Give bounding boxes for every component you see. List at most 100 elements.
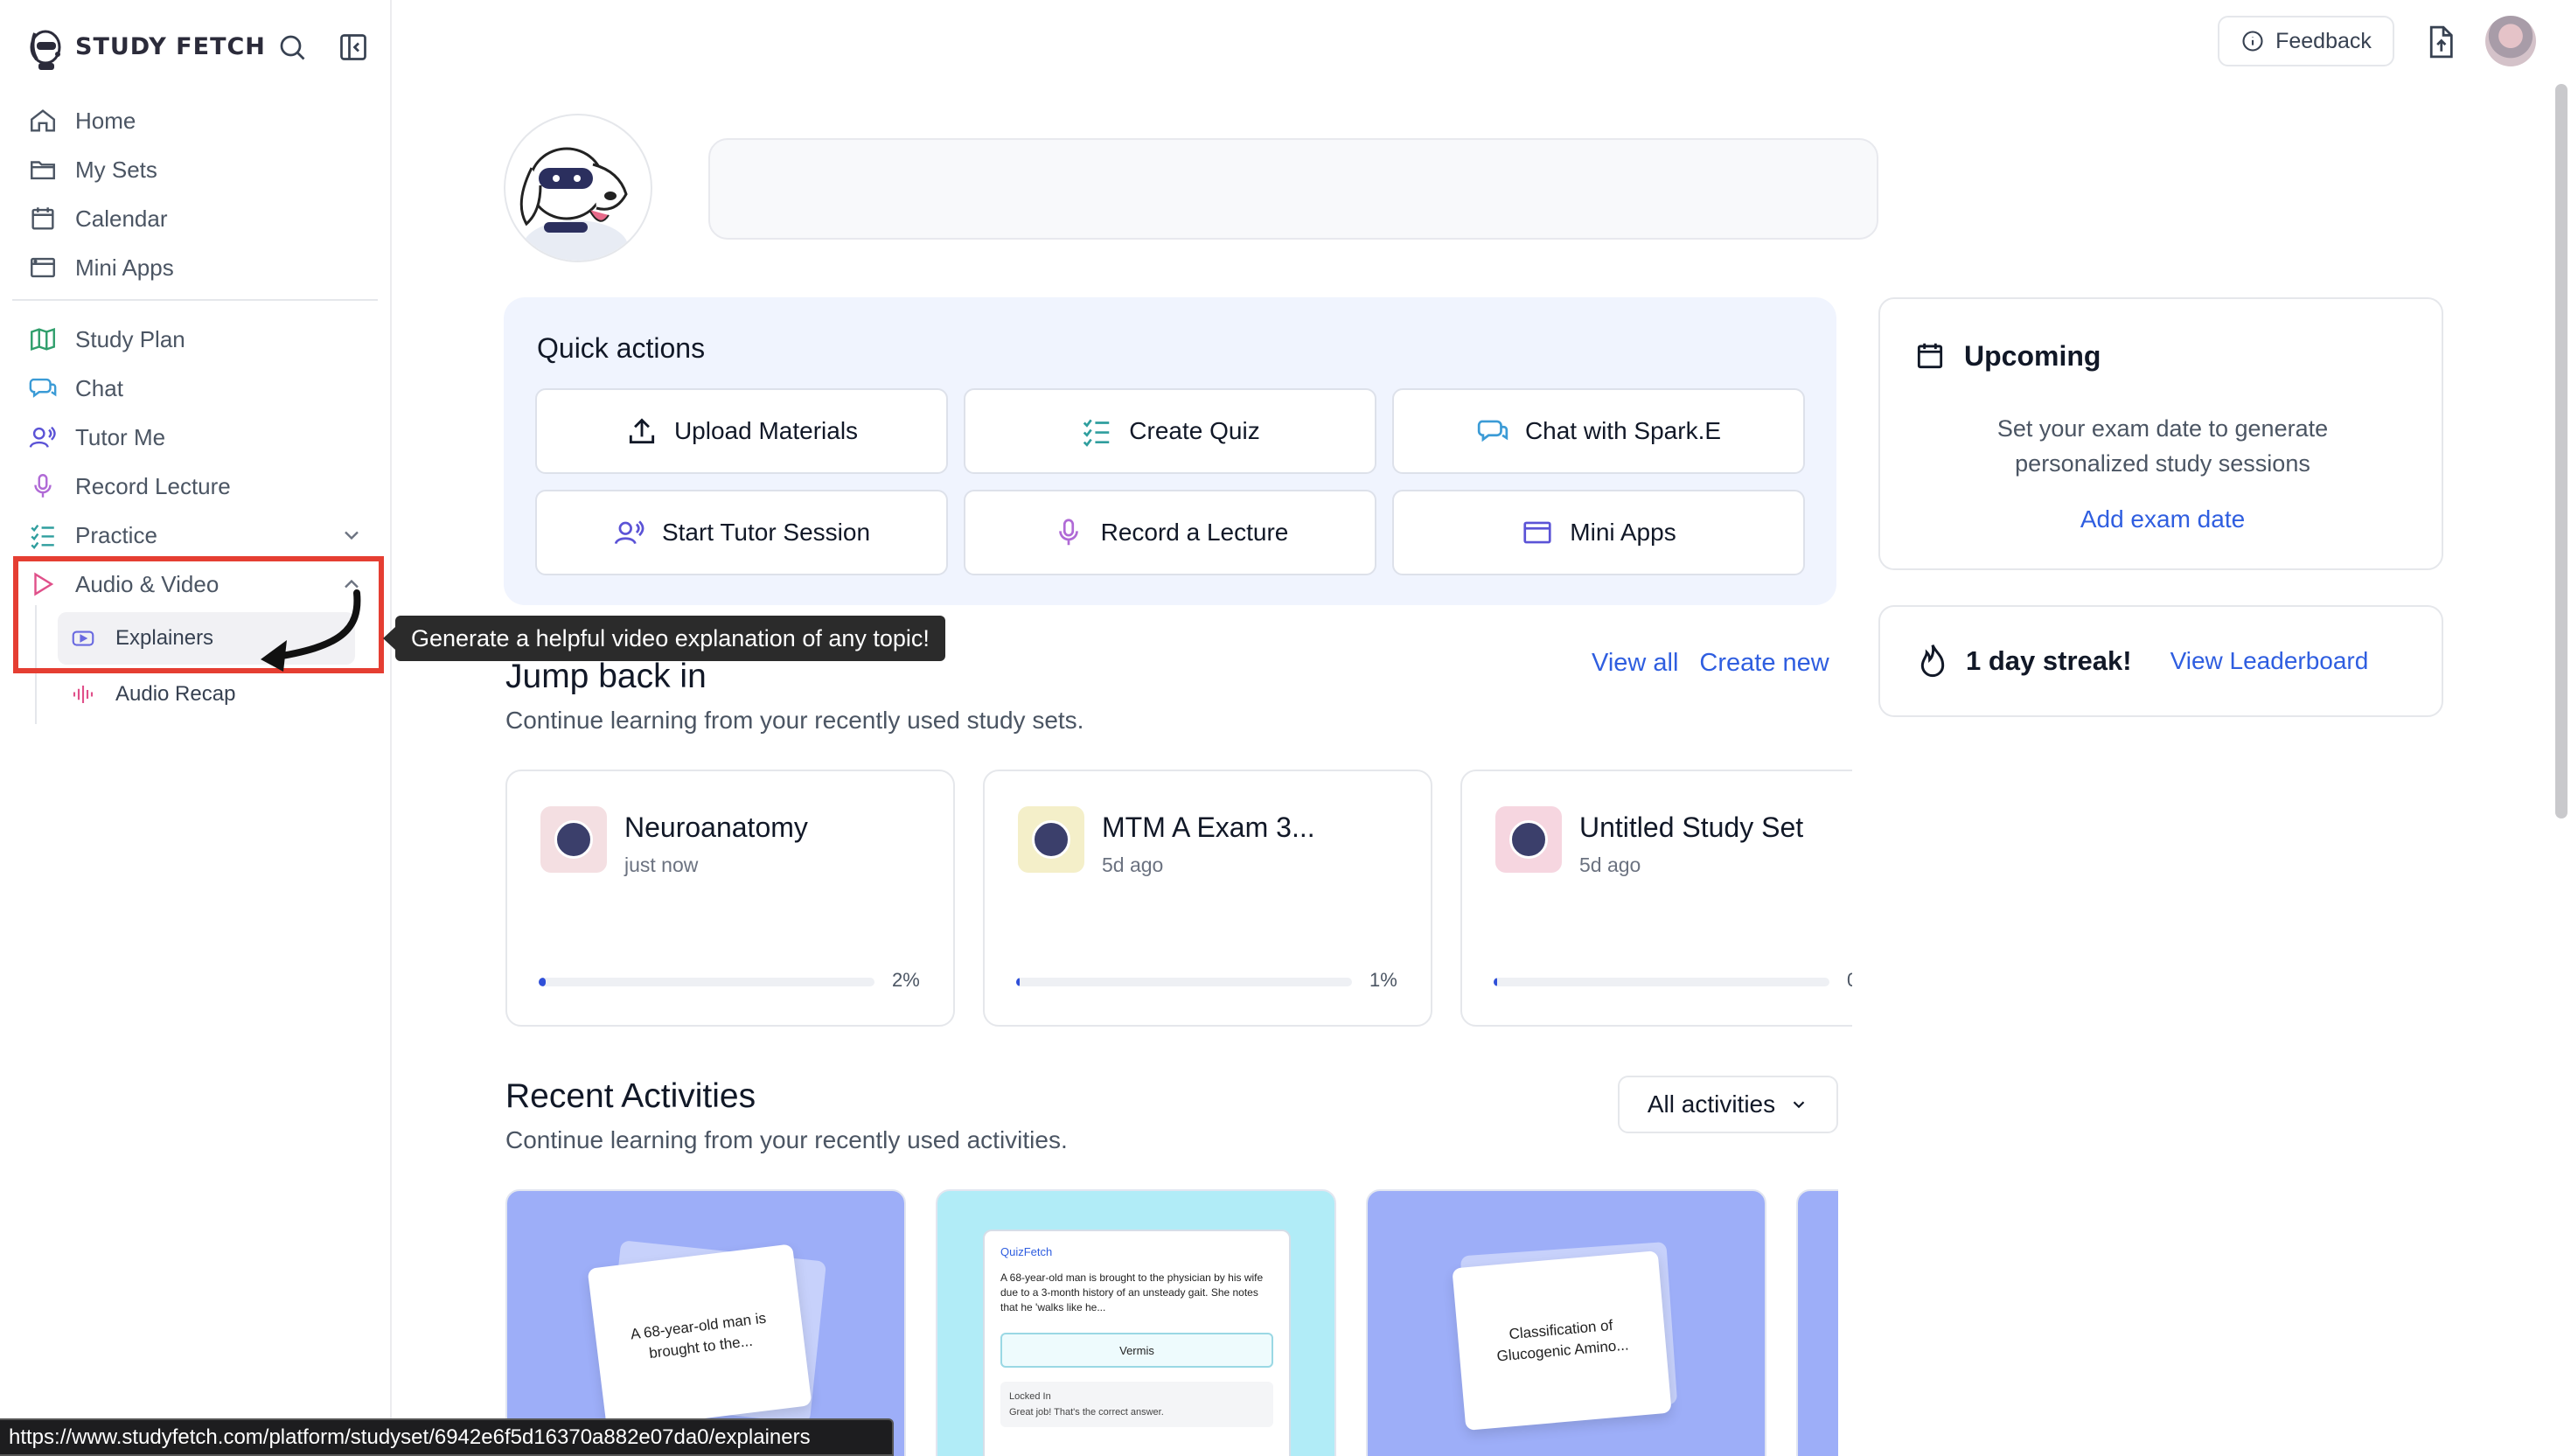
button-label: Start Tutor Session xyxy=(661,519,871,546)
activity-card-partial[interactable] xyxy=(1796,1189,1838,1456)
sidebar-item-label: Study Plan xyxy=(75,325,185,352)
sidebar-item-record-lecture[interactable]: Record Lecture xyxy=(12,462,380,511)
info-icon xyxy=(2242,31,2263,52)
upcoming-description: Set your exam date to generate personali… xyxy=(1996,415,2329,477)
map-icon xyxy=(31,327,55,352)
upload-icon xyxy=(629,418,655,444)
sidebar-item-practice[interactable]: Practice xyxy=(12,511,380,560)
record-lecture-button[interactable]: Record a Lecture xyxy=(964,490,1376,575)
sidebar: STUDY FETCH Home My Sets Calendar Mini A… xyxy=(0,0,392,1456)
sidebar-divider xyxy=(12,299,378,301)
calendar-icon xyxy=(31,207,54,230)
create-quiz-button[interactable]: Create Quiz xyxy=(964,388,1376,474)
logo[interactable]: STUDY FETCH xyxy=(26,21,266,73)
streak-text: 1 day streak! xyxy=(1966,645,2132,676)
button-label: Chat with Spark.E xyxy=(1524,417,1722,444)
tooltip: Generate a helpful video explanation of … xyxy=(383,616,945,661)
file-upload-icon[interactable] xyxy=(2424,24,2457,59)
window-icon xyxy=(1523,521,1551,544)
progress-fill xyxy=(1494,978,1497,986)
logo-text: STUDY FETCH xyxy=(75,33,266,60)
sidebar-item-my-sets[interactable]: My Sets xyxy=(12,145,380,194)
flame-icon xyxy=(1920,644,1945,678)
progress-percent: 2% xyxy=(892,969,920,991)
main-nav: Home My Sets Calendar Mini Apps xyxy=(12,96,380,292)
sidebar-subitem-label: Audio Recap xyxy=(115,682,236,706)
sidebar-item-home[interactable]: Home xyxy=(12,96,380,145)
sidebar-item-label: My Sets xyxy=(75,156,157,183)
calendar-icon xyxy=(1917,343,1943,369)
activity-card-flashcard[interactable]: Classification of Glucogenic Amino... xyxy=(1366,1189,1766,1456)
quiz-feedback-text: Great job! That's the correct answer. xyxy=(1009,1407,1164,1418)
microphone-icon xyxy=(34,474,52,498)
progress-bar xyxy=(539,978,874,986)
set-time: just now xyxy=(624,853,699,876)
quick-actions-title: Quick actions xyxy=(537,332,706,364)
quiz-feedback: Locked In Great job! That's the correct … xyxy=(1000,1382,1273,1427)
avatar[interactable] xyxy=(2485,16,2536,66)
tutor-icon xyxy=(29,426,56,448)
scrollbar[interactable] xyxy=(2555,84,2568,819)
progress-fill xyxy=(539,978,546,986)
quiz-brand: QuizFetch xyxy=(1000,1245,1053,1258)
quick-actions-panel: Quick actions Upload Materials Create Qu… xyxy=(504,297,1836,605)
sidebar-item-tutor-me[interactable]: Tutor Me xyxy=(12,413,380,462)
dog-mascot-icon xyxy=(519,147,628,261)
set-time: 5d ago xyxy=(1102,853,1164,876)
streak-card: 1 day streak! View Leaderboard xyxy=(1878,605,2443,717)
activities-carousel: A 68-year-old man is brought to the... Q… xyxy=(504,1189,1838,1456)
upcoming-card: Upcoming Set your exam date to generate … xyxy=(1878,297,2443,570)
filter-label: All activities xyxy=(1647,1090,1776,1118)
activity-card-flashcard[interactable]: A 68-year-old man is brought to the... xyxy=(505,1189,906,1456)
create-new-link[interactable]: Create new xyxy=(1699,649,1829,678)
set-thumbnail xyxy=(540,806,607,873)
set-title: MTM A Exam 3... xyxy=(1102,812,1315,843)
chat-icon xyxy=(29,378,57,398)
flashcard: A 68-year-old man is brought to the... xyxy=(587,1244,812,1431)
add-exam-date-link[interactable]: Add exam date xyxy=(1880,505,2445,533)
upload-materials-button[interactable]: Upload Materials xyxy=(535,388,948,474)
set-title: Untitled Study Set xyxy=(1579,812,1804,843)
feedback-label: Feedback xyxy=(2275,28,2372,53)
waveform-icon xyxy=(73,686,94,703)
sidebar-item-mini-apps[interactable]: Mini Apps xyxy=(12,243,380,292)
set-thumbnail xyxy=(1018,806,1084,873)
progress-fill xyxy=(1016,978,1020,986)
feedback-button[interactable]: Feedback xyxy=(2218,16,2394,66)
set-title: Neuroanatomy xyxy=(624,812,808,843)
microphone-icon xyxy=(1058,519,1078,546)
mini-apps-button[interactable]: Mini Apps xyxy=(1392,490,1805,575)
collapse-sidebar-icon[interactable] xyxy=(338,31,369,63)
activity-card-quiz[interactable]: QuizFetch A 68-year-old man is brought t… xyxy=(936,1189,1336,1456)
study-set-card[interactable]: MTM A Exam 3... 5d ago 1% xyxy=(983,770,1432,1027)
view-leaderboard-link[interactable]: View Leaderboard xyxy=(2170,647,2369,675)
study-set-card[interactable]: Untitled Study Set 5d ago 0% xyxy=(1460,770,1852,1027)
sidebar-item-label: Calendar xyxy=(75,205,168,232)
search-icon[interactable] xyxy=(276,31,308,63)
button-label: Mini Apps xyxy=(1570,519,1676,546)
sidebar-item-study-plan[interactable]: Study Plan xyxy=(12,315,380,364)
sidebar-item-label: Mini Apps xyxy=(75,254,174,281)
chevron-down-icon[interactable] xyxy=(339,523,364,547)
hero-prompt-input[interactable] xyxy=(708,138,1878,240)
chat-icon xyxy=(1477,420,1508,442)
start-tutor-session-button[interactable]: Start Tutor Session xyxy=(535,490,948,575)
sidebar-item-chat[interactable]: Chat xyxy=(12,364,380,413)
home-icon xyxy=(31,109,55,132)
sidebar-item-label: Chat xyxy=(75,374,123,401)
view-all-link[interactable]: View all xyxy=(1592,649,1678,678)
list-check-icon xyxy=(1083,419,1110,447)
activities-filter-dropdown[interactable]: All activities xyxy=(1618,1076,1838,1133)
sidebar-item-calendar[interactable]: Calendar xyxy=(12,194,380,243)
tutor-icon xyxy=(614,520,644,545)
upcoming-title: Upcoming xyxy=(1964,339,2101,372)
mascot-image xyxy=(504,114,652,262)
sidebar-subitem-audio-recap[interactable]: Audio Recap xyxy=(58,668,355,721)
window-icon xyxy=(31,257,55,278)
study-set-card[interactable]: Neuroanatomy just now 2% xyxy=(505,770,955,1027)
quiz-preview: QuizFetch A 68-year-old man is brought t… xyxy=(983,1230,1291,1456)
sidebar-item-label: Tutor Me xyxy=(75,423,166,450)
chat-with-spark-button[interactable]: Chat with Spark.E xyxy=(1392,388,1805,474)
list-check-icon xyxy=(31,524,54,549)
jump-back-subtitle: Continue learning from your recently use… xyxy=(505,707,1084,734)
